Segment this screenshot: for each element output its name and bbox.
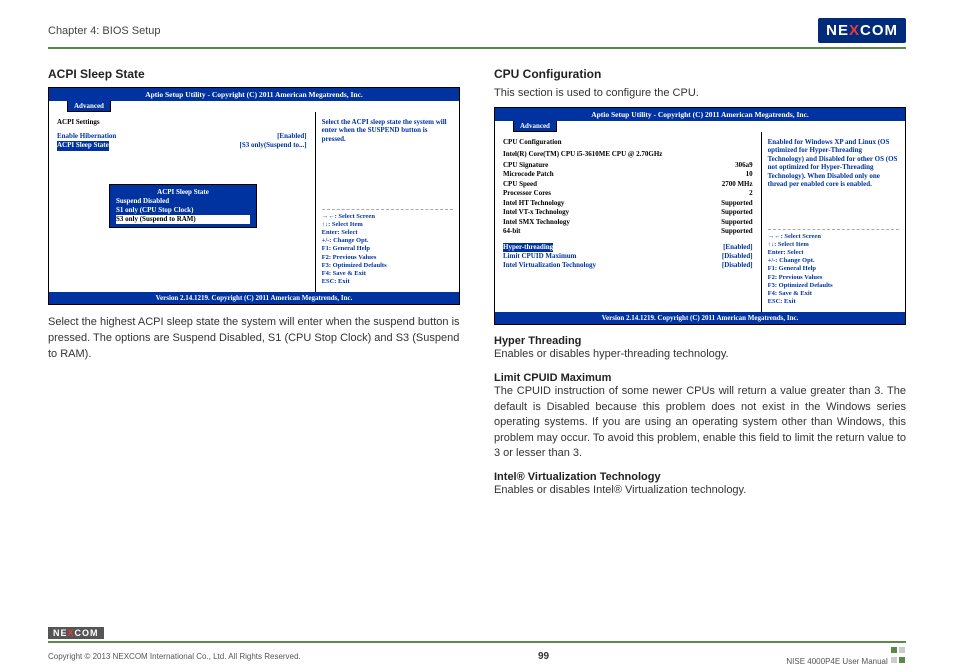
vt-heading: Intel® Virtualization Technology — [494, 471, 906, 483]
page-header: Chapter 4: BIOS Setup NEXCOM — [48, 18, 906, 49]
popup-option-selected: S3 only (Suspend to RAM) — [116, 215, 250, 224]
cpu-info-row: Intel HT TechnologySupported — [503, 199, 753, 208]
hyper-threading-heading: Hyper Threading — [494, 335, 906, 347]
cpu-info-row: Processor Cores2 — [503, 189, 753, 198]
bios-footer: Version 2.14.1219. Copyright (C) 2011 Am… — [49, 292, 459, 304]
cpu-opt-row: Limit CPUID Maximum[Disabled] — [503, 252, 753, 261]
page-number: 99 — [538, 651, 549, 662]
footer-copyright: Copyright © 2013 NEXCOM International Co… — [48, 652, 301, 661]
bios-footer: Version 2.14.1219. Copyright (C) 2011 Am… — [495, 312, 905, 324]
limit-cpuid-heading: Limit CPUID Maximum — [494, 372, 906, 384]
popup-option: S1 only (CPU Stop Clock) — [116, 206, 250, 215]
bios-legend: →←: Select Screen↑↓: Select ItemEnter: S… — [322, 209, 453, 286]
cpu-info-row: 64-bitSupported — [503, 227, 753, 236]
bios-heading: CPU Configuration — [503, 138, 753, 146]
acpi-description: Select the highest ACPI sleep state the … — [48, 315, 460, 363]
bios-heading: ACPI Settings — [57, 118, 307, 126]
bios-legend: →←: Select Screen↑↓: Select ItemEnter: S… — [768, 229, 899, 306]
footer-manual: NISE 4000P4E User Manual — [786, 657, 887, 666]
popup-title: ACPI Sleep State — [116, 188, 250, 197]
bios-tab-advanced: Advanced — [67, 101, 111, 112]
bios-help-text: Select the ACPI sleep state the system w… — [322, 118, 453, 143]
hyper-threading-text: Enables or disables hyper-threading tech… — [494, 347, 906, 362]
bios-help-text: Enabled for Windows XP and Linux (OS opt… — [768, 138, 899, 188]
bios-option-row: Enable Hibernation[Enabled] — [57, 132, 307, 141]
cpu-info-line: Intel(R) Core(TM) CPU i5-3610ME CPU @ 2.… — [503, 150, 753, 158]
section-title-cpu: CPU Configuration — [494, 67, 906, 81]
page-footer: NEXCOM Copyright © 2013 NEXCOM Internati… — [0, 623, 954, 666]
footer-logo: NEXCOM — [48, 627, 104, 639]
popup-option: Suspend Disabled — [116, 197, 250, 206]
cpu-opt-row: Hyper-threading[Enabled] — [503, 243, 753, 252]
cpu-info-row: Intel VT-x TechnologySupported — [503, 208, 753, 217]
bios-screenshot-cpu: Aptio Setup Utility - Copyright (C) 2011… — [494, 107, 906, 325]
bios-tab-advanced: Advanced — [513, 121, 557, 132]
bios-option-row: ACPI Sleep State[S3 only(Suspend to...] — [57, 141, 307, 150]
footer-grid-icon — [890, 646, 906, 658]
bios-title-bar: Aptio Setup Utility - Copyright (C) 2011… — [49, 88, 459, 101]
bios-screenshot-acpi: Aptio Setup Utility - Copyright (C) 2011… — [48, 87, 460, 305]
bios-title-bar: Aptio Setup Utility - Copyright (C) 2011… — [495, 108, 905, 121]
section-title-acpi: ACPI Sleep State — [48, 67, 460, 81]
cpu-info-row: Microcode Patch10 — [503, 170, 753, 179]
cpu-info-row: Intel SMX TechnologySupported — [503, 218, 753, 227]
limit-cpuid-text: The CPUID instruction of some newer CPUs… — [494, 384, 906, 461]
section-sub-cpu: This section is used to configure the CP… — [494, 87, 906, 99]
vt-text: Enables or disables Intel® Virtualizatio… — [494, 483, 906, 498]
bios-popup: ACPI Sleep State Suspend Disabled S1 onl… — [109, 184, 257, 228]
brand-logo: NEXCOM — [818, 18, 906, 43]
cpu-info-row: CPU Speed2700 MHz — [503, 180, 753, 189]
chapter-title: Chapter 4: BIOS Setup — [48, 25, 161, 37]
cpu-opt-row: Intel Virtualization Technology[Disabled… — [503, 261, 753, 270]
cpu-info-row: CPU Signature306a9 — [503, 161, 753, 170]
